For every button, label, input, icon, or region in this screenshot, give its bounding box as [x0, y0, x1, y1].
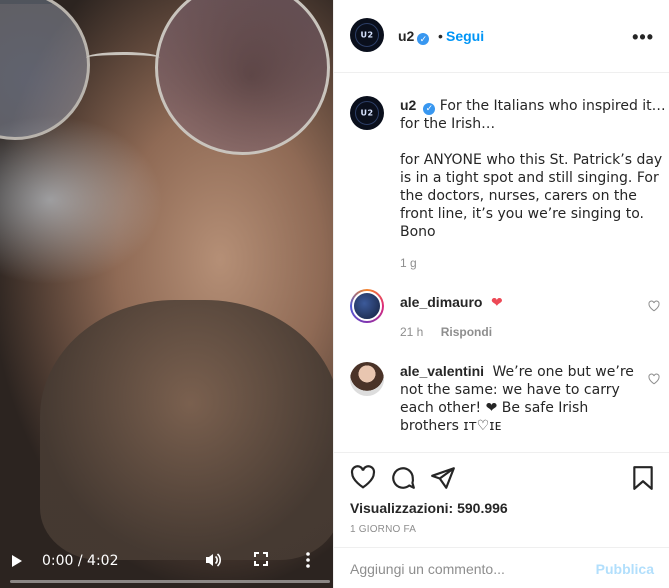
comment-meta: 21 h Rispondi [400, 325, 492, 339]
comment-username[interactable]: ale_dimauro [400, 294, 482, 310]
post-sidebar: U2 u2 ✓ • Segui ••• U2 u2 ✓ For the Italia… [333, 0, 669, 588]
comment-bubble-icon[interactable] [390, 465, 416, 496]
comment-like-heart-icon[interactable] [648, 299, 660, 317]
video-controls: 0:00 / 4:02 [0, 538, 333, 588]
caption-text: For the Italians who inspired it… for th… [400, 98, 666, 240]
caption-text-block: u2 ✓ For the Italians who inspired it… fo… [400, 96, 668, 241]
separator-dot: • [438, 28, 443, 44]
comment-text: ❤ [490, 295, 503, 311]
comment-like-heart-icon[interactable] [648, 372, 660, 390]
post-date[interactable]: 1 GIORNO FA [350, 524, 416, 535]
comment-username[interactable]: ale_valentini [400, 363, 484, 379]
views-value: 590.996 [457, 500, 508, 516]
u2-logo-icon: U2 [360, 108, 374, 118]
views-count: Visualizzazioni: 590.996 [350, 500, 508, 516]
add-comment-bar: Pubblica [334, 547, 669, 588]
publish-button[interactable]: Pubblica [596, 561, 654, 577]
u2-logo-icon: U2 [360, 30, 374, 40]
comment-text-block: ale_valentini We’re one but we’re not th… [400, 362, 636, 435]
avatar[interactable] [350, 289, 384, 323]
caption-timestamp[interactable]: 1 g [400, 256, 417, 270]
verified-badge-icon: ✓ [417, 33, 430, 45]
comment-input[interactable] [350, 558, 580, 580]
avatar[interactable]: U2 [350, 18, 384, 52]
header-username[interactable]: u2 [398, 28, 414, 44]
video-progress-bar[interactable] [10, 580, 330, 583]
comment-timestamp[interactable]: 21 h [400, 325, 423, 339]
like-heart-icon[interactable] [350, 465, 376, 494]
verified-badge-icon: ✓ [423, 103, 436, 115]
video-frame-shading [155, 0, 330, 155]
caption-username[interactable]: u2 [400, 97, 416, 113]
avatar[interactable]: U2 [350, 96, 384, 130]
volume-icon[interactable] [204, 551, 222, 572]
header-username-wrap: u2 ✓ [398, 28, 430, 46]
video-frame-shading [0, 0, 90, 140]
video-player[interactable]: 0:00 / 4:02 [0, 0, 333, 588]
play-icon[interactable] [12, 555, 22, 567]
more-options-icon[interactable]: ••• [632, 27, 654, 48]
fullscreen-icon[interactable] [254, 552, 268, 569]
save-bookmark-icon[interactable] [632, 465, 654, 496]
comment-text-block: ale_dimauro ❤ [400, 293, 636, 312]
follow-button[interactable]: Segui [446, 28, 484, 44]
video-time: 0:00 / 4:02 [42, 553, 119, 569]
more-vertical-icon[interactable] [305, 552, 311, 571]
avatar[interactable] [350, 362, 384, 396]
video-frame-shading [40, 300, 333, 560]
post-header: U2 u2 ✓ • Segui ••• [334, 0, 669, 73]
post-actions: Visualizzazioni: 590.996 1 GIORNO FA [334, 452, 669, 547]
video-frame-shading [86, 52, 160, 64]
reply-button[interactable]: Rispondi [441, 325, 492, 339]
share-paper-plane-icon[interactable] [430, 465, 456, 496]
views-label: Visualizzazioni: [350, 500, 454, 516]
